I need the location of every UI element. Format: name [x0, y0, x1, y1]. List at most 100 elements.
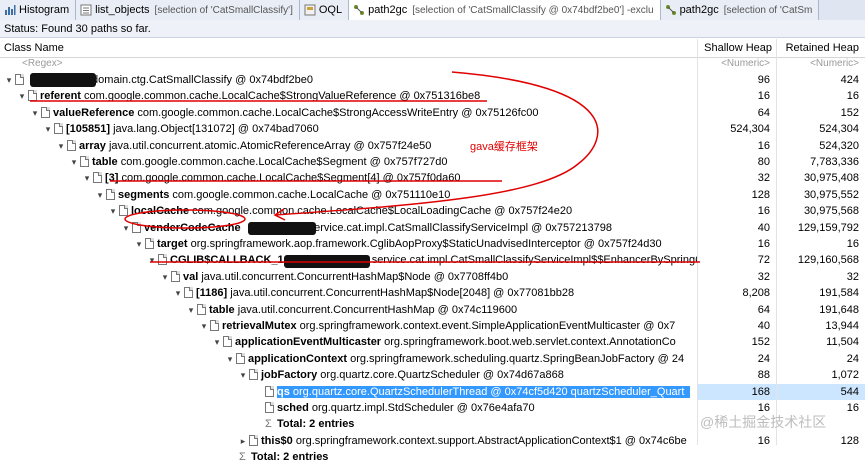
retained-heap-cell: 16 [846, 238, 859, 250]
retained-heap-filter-input[interactable]: <Numeric> [777, 57, 859, 71]
field-name: table [92, 156, 118, 168]
expand-arrow-icon[interactable]: ▾ [30, 105, 40, 121]
tab-selection: [selection of 'CatSmallClassify @ 0x74bd… [412, 4, 654, 16]
expand-arrow-icon[interactable]: ▾ [212, 334, 222, 350]
row-text: java.lang.Object[131072] @ 0x74bad7060 [110, 123, 319, 136]
column-header-class-name[interactable]: Class Name [4, 39, 64, 57]
expand-arrow-icon[interactable]: ▾ [69, 154, 79, 170]
retained-heap-cell: 424 [840, 74, 859, 86]
tree-row[interactable]: ▾ table java.util.concurrent.ConcurrentHa… [0, 302, 865, 318]
retained-heap-cell: 152 [840, 106, 859, 119]
tree-row[interactable]: ▾ target org.springframework.aop.framewor… [0, 236, 865, 252]
tree-row[interactable]: ▾ segments com.google.common.cache.LocalC… [0, 187, 865, 203]
tree-row[interactable]: ▾ venderCodeCache service.cat.impl.CatSmal… [0, 220, 865, 236]
expand-arrow-icon[interactable]: ▾ [56, 138, 66, 154]
tab-path2gc-2[interactable]: path2gc [selection of 'CatSm [660, 0, 820, 20]
row-text: org.quartz.impl.StdScheduler @ 0x76e4afa… [308, 402, 535, 414]
field-name: [105851] [66, 123, 111, 136]
row-text: org.quartz.core.QuartzSchedulerThread @ … [289, 385, 685, 398]
tree-row-selected[interactable]: qs org.quartz.core.QuartzSchedulerThread… [0, 383, 865, 400]
sum-icon: Σ [239, 451, 246, 464]
tree-row[interactable]: ▾ [105851] java.lang.Object[131072] @ 0x7… [0, 121, 865, 137]
retained-heap-cell: 544 [777, 383, 865, 400]
field-name: qs [277, 385, 290, 398]
expand-arrow-icon[interactable]: ▾ [225, 351, 235, 367]
shallow-heap-cell: 40 [757, 221, 770, 234]
row-text: com.google.common.cache.LocalCache @ 0x7… [169, 188, 451, 201]
tree-row[interactable]: ▸ this$0 org.springframework.context.supp… [0, 433, 865, 449]
redaction-block [248, 222, 316, 235]
shallow-heap-cell: 128 [751, 188, 770, 201]
tree-row[interactable]: ▾ [3] com.google.common.cache.LocalCache$… [0, 170, 865, 186]
tree-row[interactable]: ▾ referent com.google.common.cache.LocalC… [0, 88, 865, 104]
field-name: segments [118, 188, 170, 201]
retained-heap-cell: 129,160,568 [797, 254, 859, 267]
expand-arrow-icon[interactable]: ▾ [43, 121, 53, 137]
tree-row[interactable]: ▾ CGLIB$CALLBACK_1 service.cat.impl.CatSma… [0, 252, 865, 268]
tree-row[interactable]: ▾ val java.util.concurrent.ConcurrentHash… [0, 269, 865, 285]
tab-oql[interactable]: OQL [299, 0, 350, 20]
tab-selection: [selection of 'CatSm [723, 4, 813, 16]
tree-row[interactable]: ▾ localCache com.google.common.cache.Loca… [0, 203, 865, 219]
retained-heap-cell: 524,304 [819, 123, 859, 136]
shallow-heap-cell: 8,208 [742, 287, 770, 300]
path-icon [665, 4, 677, 16]
retained-heap-cell: 24 [846, 352, 859, 365]
expand-arrow-icon[interactable]: ▾ [199, 318, 209, 334]
expand-arrow-icon[interactable]: ▾ [4, 72, 14, 88]
tree-row[interactable]: ▾ retrievalMutex org.springframework.cont… [0, 318, 865, 334]
tab-selection: [selection of 'CatSmallClassify'] [154, 4, 293, 16]
expand-arrow-icon[interactable]: ▾ [134, 236, 144, 252]
tree-row[interactable]: ▾ applicationEventMulticaster org.springf… [0, 334, 865, 350]
row-text: .domain.ctg.CatSmallClassify @ 0x74bdf2b… [89, 74, 313, 86]
expand-arrow-icon[interactable]: ▾ [238, 367, 248, 383]
tab-list-objects[interactable]: list_objects [selection of 'CatSmallClas… [76, 0, 300, 20]
field-name: sched [277, 402, 309, 414]
tab-label: path2gc [679, 4, 719, 16]
expand-arrow-icon[interactable]: ▾ [121, 220, 131, 236]
expand-arrow-icon[interactable]: ▸ [238, 433, 248, 449]
object-icon [223, 336, 232, 348]
expand-arrow-icon[interactable]: ▾ [160, 269, 170, 285]
expand-arrow-icon[interactable]: ▾ [95, 187, 105, 203]
field-name: applicationContext [248, 352, 348, 365]
row-text: org.springframework.context.event.Simple… [296, 320, 676, 332]
tab-label: Histogram [19, 4, 70, 16]
expand-arrow-icon[interactable]: ▾ [186, 302, 196, 318]
expand-arrow-icon[interactable]: ▾ [108, 203, 118, 219]
field-name: localCache [131, 205, 190, 218]
object-icon [145, 238, 154, 249]
class-name-filter-input[interactable]: <Regex> [22, 57, 63, 71]
tab-path2gc-active[interactable]: path2gc [selection of 'CatSmallClassify … [349, 0, 661, 20]
object-icon [249, 369, 258, 381]
tree-row[interactable]: ▾ array java.util.concurrent.atomic.Atomi… [0, 138, 865, 154]
tree-row[interactable]: ▾ .domain.ctg.CatSmallClassify @ 0x74bdf2… [0, 72, 865, 88]
expand-arrow-icon[interactable]: ▾ [147, 252, 157, 268]
tree-row[interactable]: ▾ table com.google.common.cache.LocalCach… [0, 154, 865, 170]
tree-row[interactable]: ▾ jobFactory org.quartz.core.QuartzSchedu… [0, 367, 865, 383]
column-header-retained-heap[interactable]: Retained Heap [777, 39, 859, 57]
field-name: array [79, 139, 106, 152]
row-text: service.cat.impl.CatSmallClassifyService… [371, 254, 697, 267]
retained-heap-cell: 30,975,568 [803, 205, 859, 218]
expand-arrow-icon[interactable]: ▾ [82, 170, 92, 186]
field-name: CGLIB$CALLBACK_1 [170, 254, 284, 267]
retained-heap-cell: 30,975,552 [803, 188, 859, 201]
shallow-heap-filter-input[interactable]: <Numeric> [698, 57, 770, 71]
tab-histogram[interactable]: Histogram [0, 0, 77, 20]
sum-icon: Σ [265, 418, 272, 431]
shallow-heap-cell: 32 [757, 270, 770, 283]
retained-heap-cell: 13,944 [825, 320, 859, 332]
object-icon [28, 90, 37, 102]
row-text: org.springframework.scheduling.quartz.Sp… [347, 352, 685, 365]
retained-heap-cell: 1,072 [831, 369, 859, 382]
object-icon [197, 303, 206, 315]
expand-arrow-icon[interactable]: ▾ [173, 285, 183, 301]
tree-row[interactable]: ▾ [1186] java.util.concurrent.ConcurrentH… [0, 285, 865, 301]
tree-row[interactable]: ▾ applicationContext org.springframework.… [0, 351, 865, 367]
tree-row[interactable]: ▾ valueReference com.google.common.cache.… [0, 105, 865, 121]
field-name: [3] [105, 172, 119, 185]
expand-arrow-icon[interactable]: ▾ [17, 88, 27, 104]
field-name: venderCodeCache [144, 221, 241, 234]
column-header-shallow-heap[interactable]: Shallow Heap [698, 39, 772, 57]
